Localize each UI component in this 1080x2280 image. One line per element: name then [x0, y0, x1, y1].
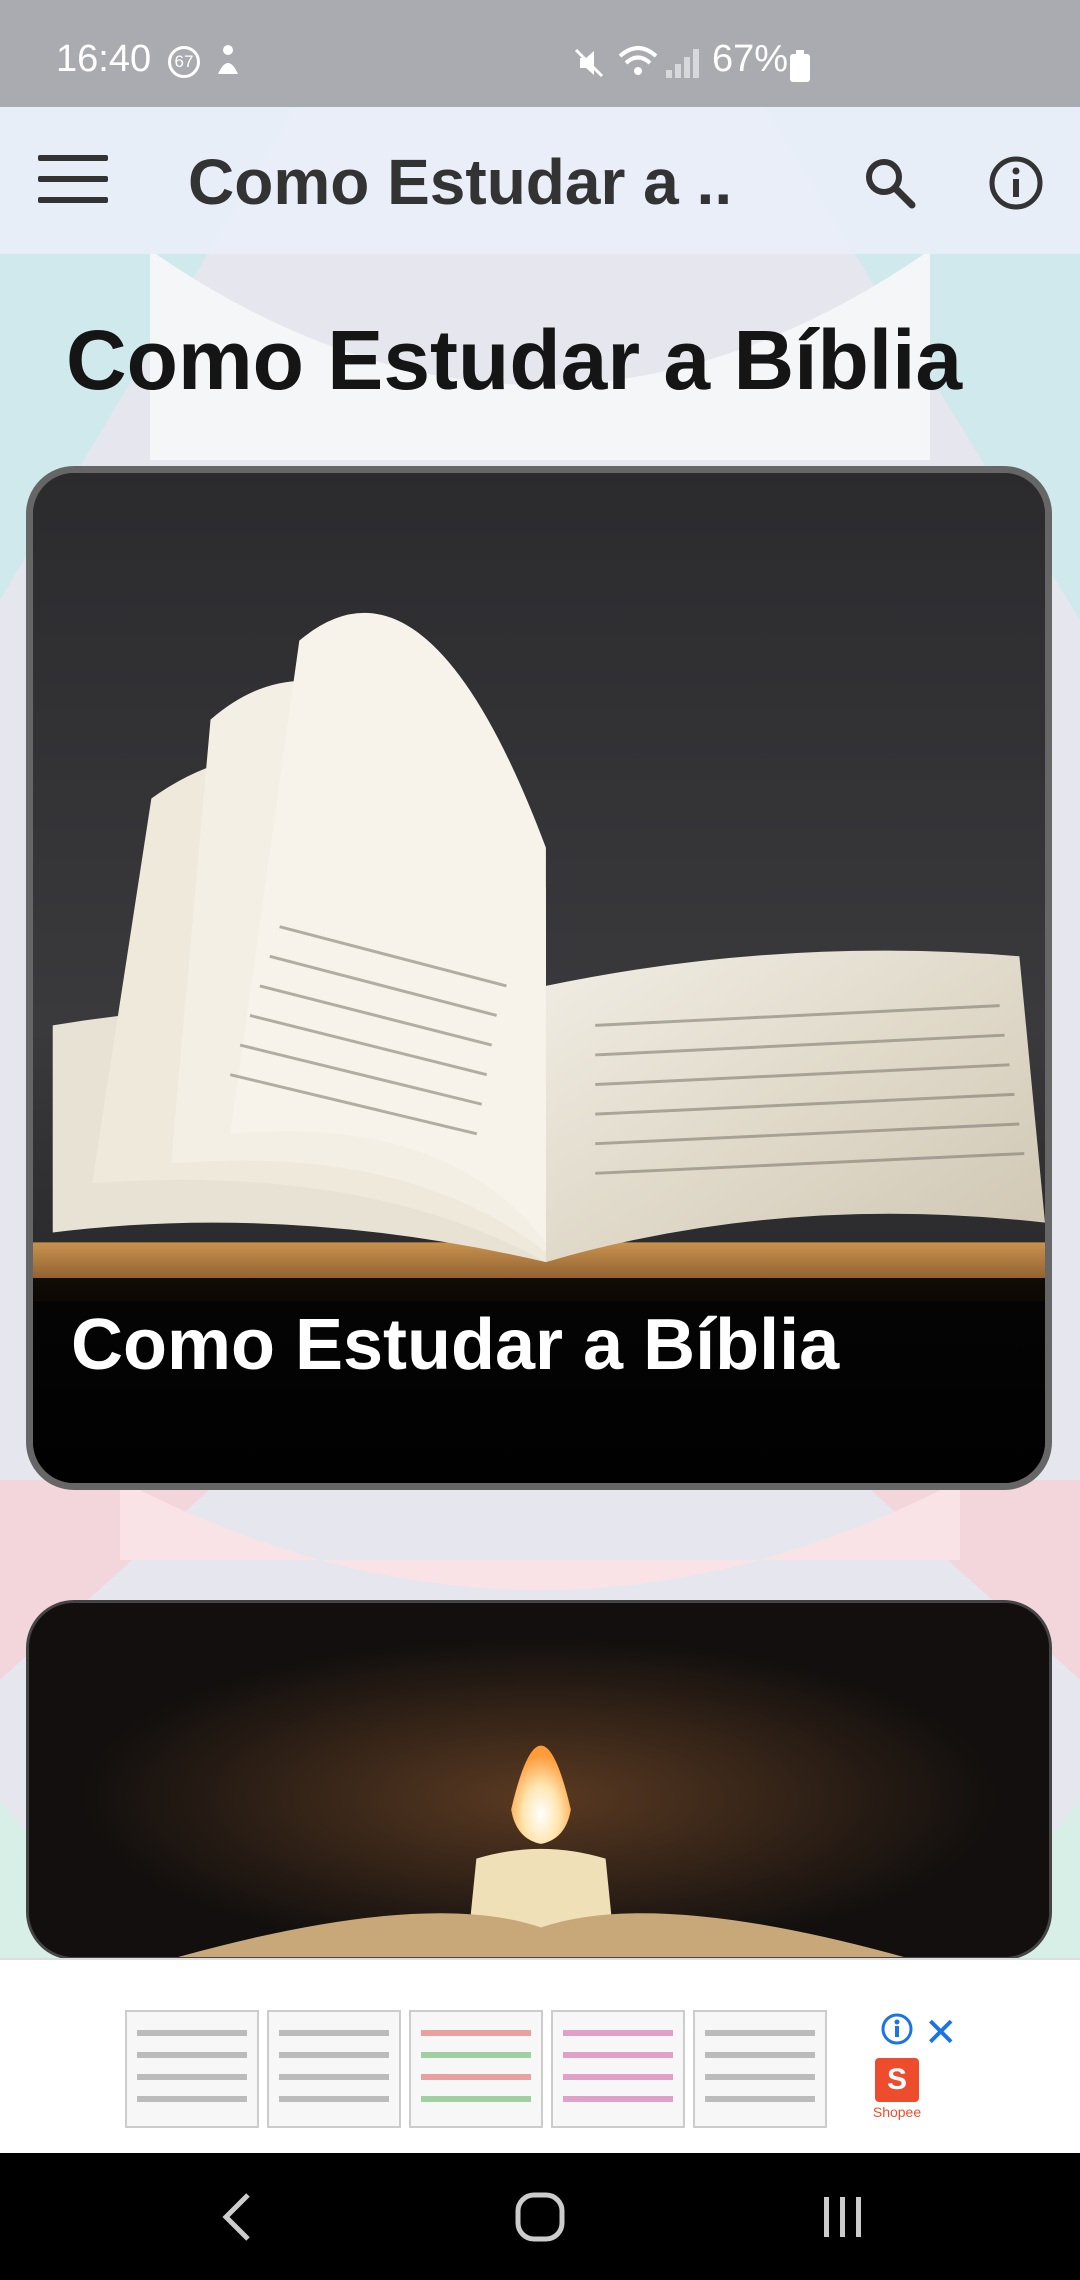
- notification-badge: 67: [168, 46, 200, 78]
- card-como-estudar[interactable]: Como Estudar a Bíblia: [26, 466, 1052, 1490]
- battery-percent: 67%: [712, 38, 789, 80]
- shopee-bag-icon: S: [875, 2058, 919, 2102]
- search-icon[interactable]: [862, 155, 918, 211]
- card-label: Como Estudar a Bíblia: [71, 1305, 840, 1385]
- battery-icon: [790, 50, 810, 82]
- app-bar: Como Estudar a ...: [0, 107, 1080, 254]
- ad-product-thumbnails: [125, 2010, 827, 2128]
- home-icon[interactable]: [514, 2191, 566, 2243]
- ad-info-icon[interactable]: [880, 2012, 914, 2046]
- app-bar-title: Como Estudar a ...: [188, 146, 728, 218]
- card-candle[interactable]: [26, 1600, 1052, 1960]
- ad-thumbnail[interactable]: [693, 2010, 827, 2128]
- mute-icon: [574, 48, 604, 78]
- ad-thumbnail[interactable]: [551, 2010, 685, 2128]
- card-caption: Como Estudar a Bíblia: [33, 1278, 1045, 1483]
- ad-thumbnail[interactable]: [267, 2010, 401, 2128]
- ad-close-icon[interactable]: ✕: [924, 2010, 958, 2056]
- ad-thumbnail[interactable]: [125, 2010, 259, 2128]
- info-icon[interactable]: [988, 155, 1044, 211]
- status-bar: 16:40 67 67%: [0, 0, 1080, 107]
- ad-thumbnail[interactable]: [409, 2010, 543, 2128]
- status-time: 16:40: [56, 38, 152, 80]
- accessibility-icon: [218, 45, 238, 74]
- navigation-bar: [0, 2153, 1080, 2280]
- recents-icon[interactable]: [820, 2191, 866, 2243]
- shopee-brand-name: Shopee: [872, 2104, 922, 2120]
- signal-icon: [666, 49, 699, 78]
- shopee-logo[interactable]: S Shopee: [872, 2058, 922, 2120]
- candle-image: [29, 1603, 1049, 1957]
- wifi-icon: [618, 46, 658, 75]
- back-icon[interactable]: [218, 2191, 258, 2243]
- page-title: Como Estudar a Bíblia: [66, 313, 963, 407]
- menu-icon[interactable]: [38, 155, 108, 207]
- ad-banner[interactable]: ✕ S Shopee: [0, 1958, 1080, 2155]
